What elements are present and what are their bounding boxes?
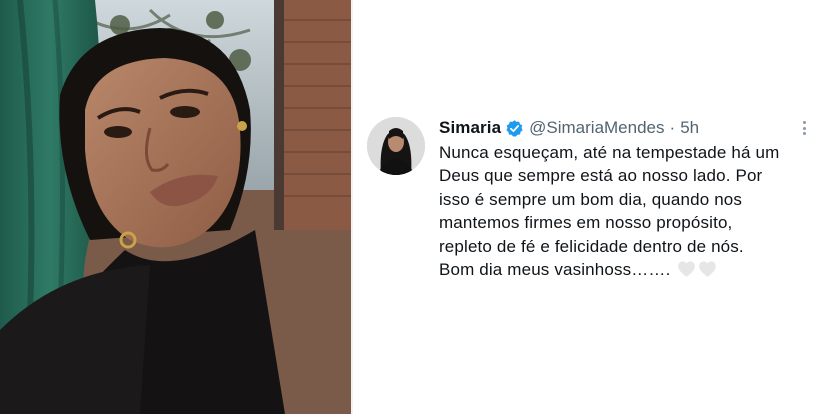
avatar[interactable] [367,117,425,175]
tweet-line: Nunca esqueçam, até na tempestade há um [439,143,780,162]
white-heart-icon [698,260,717,278]
display-name[interactable]: Simaria [439,118,501,138]
tweet-line: isso é sempre um bom dia, quando nos [439,189,743,209]
tweet-timestamp[interactable]: 5h [680,118,699,138]
tweet-header: Simaria @SimariaMendes · 5h [439,116,699,140]
tweet-card[interactable]: Simaria @SimariaMendes · 5h Nunca esqueç… [353,0,828,414]
tweet-text: Nunca esqueçam, até na tempestade há um … [439,141,823,281]
more-options-icon[interactable] [799,118,809,138]
tweet-last-line: Bom dia meus vasinhoss……. [439,258,823,281]
tweet-line: Bom dia meus vasinhoss……. [439,260,671,280]
white-heart-icon [677,260,696,278]
tweet-line: Deus que sempre está ao nosso lado. Por [439,166,763,186]
separator-dot: · [669,118,676,137]
tweet-line: mantemos firmes em nosso propósito, [439,213,733,233]
user-handle[interactable]: @SimariaMendes [529,118,664,138]
verified-badge-icon [505,119,524,138]
tweet-line: repleto de fé e felicidade dentro de nós… [439,236,744,256]
selfie-photo [0,0,351,414]
